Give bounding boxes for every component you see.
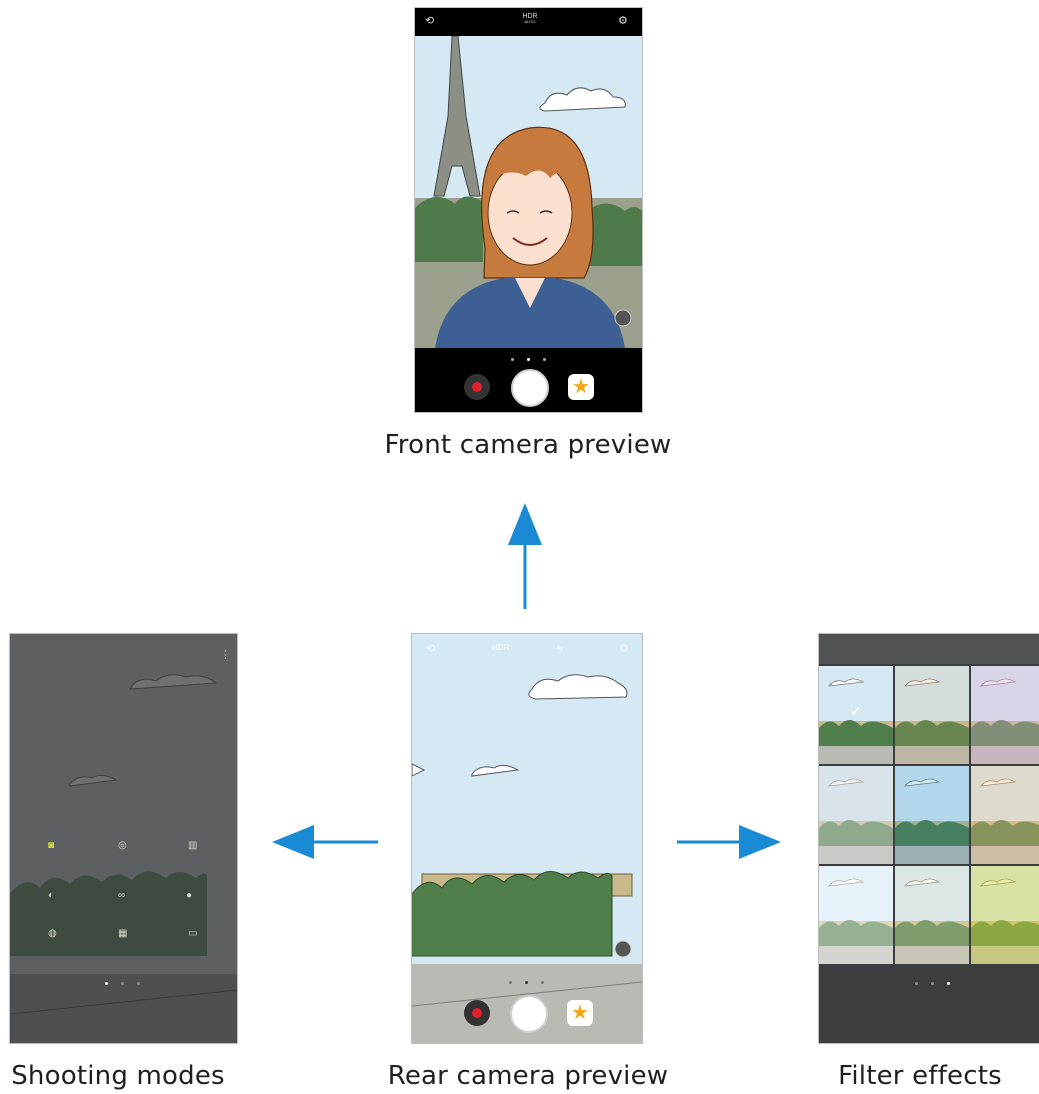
record-icon[interactable] (464, 374, 490, 400)
rear-hdr-icon[interactable]: HDR (492, 644, 509, 652)
mode-selective-focus-icon[interactable]: ◐ (48, 890, 54, 901)
filter-tile-5 (894, 765, 970, 865)
hdr-sub-label: AUTO (524, 19, 536, 24)
filter-tile-8 (894, 865, 970, 965)
mode-pro-icon[interactable]: ◎ (118, 840, 127, 851)
svg-text:✓: ✓ (850, 703, 862, 719)
rear-settings-gear-icon[interactable]: ⚙ (619, 644, 629, 655)
switch-camera-icon[interactable]: ⟲ (425, 16, 434, 27)
mode-video-icon[interactable]: ▭ (188, 928, 197, 939)
filter-tile-6 (970, 765, 1039, 865)
mode-collage-icon[interactable]: ▦ (118, 928, 127, 939)
caption-front: Front camera preview (384, 430, 672, 460)
filter-effects-screen: ✓ (818, 633, 1039, 1044)
rear-sticker-star-icon[interactable]: ★ (567, 1000, 593, 1026)
front-top-bar: ⟲ HDR AUTO ⚙ (415, 8, 642, 36)
mode-dual-icon[interactable]: ∞ (118, 890, 125, 901)
shutter-icon[interactable] (511, 369, 549, 407)
rear-switch-camera-icon[interactable]: ⟲ (426, 644, 435, 655)
hdr-button[interactable]: HDR AUTO (520, 13, 540, 24)
rear-shutter-icon[interactable] (510, 995, 548, 1033)
filter-tile-9 (970, 865, 1039, 965)
arrow-right (677, 825, 781, 859)
rear-camera-screen: ⟲ HDR ϟ ⚙ ★ (411, 633, 643, 1044)
mode-auto-icon[interactable]: ◙ (48, 840, 54, 851)
mode-toggle-icon[interactable]: ● (186, 890, 192, 901)
rear-flash-icon[interactable]: ϟ (557, 644, 563, 655)
shooting-modes-screen: ⋮ ◙ ◎ ▥ ◐ ∞ ● ◍ ▦ ▭ (9, 633, 238, 1044)
filter-tile-4 (819, 765, 894, 865)
more-options-icon[interactable]: ⋮ (220, 650, 231, 661)
filter-tile-7 (819, 865, 894, 965)
filter-top-bar (819, 634, 1039, 664)
mode-panorama-icon[interactable]: ▥ (188, 840, 197, 851)
front-bottom-bar: ★ (415, 348, 642, 412)
filter-tile-2 (894, 666, 970, 765)
rear-record-icon[interactable] (464, 1000, 490, 1026)
arrow-left (272, 825, 378, 859)
filter-grid: ✓ (819, 666, 1039, 965)
caption-rear: Rear camera preview (387, 1061, 669, 1091)
settings-gear-icon[interactable]: ⚙ (618, 16, 628, 27)
caption-modes: Shooting modes (11, 1061, 225, 1091)
filter-tile-3 (970, 666, 1039, 765)
caption-filters: Filter effects (838, 1061, 1002, 1091)
front-camera-screen: ⟲ HDR AUTO ⚙ ★ (414, 7, 643, 413)
arrow-up (508, 503, 542, 609)
sticker-star-icon[interactable]: ★ (568, 374, 594, 400)
filter-tile-1: ✓ (819, 666, 894, 765)
mode-food-icon[interactable]: ◍ (48, 928, 57, 939)
